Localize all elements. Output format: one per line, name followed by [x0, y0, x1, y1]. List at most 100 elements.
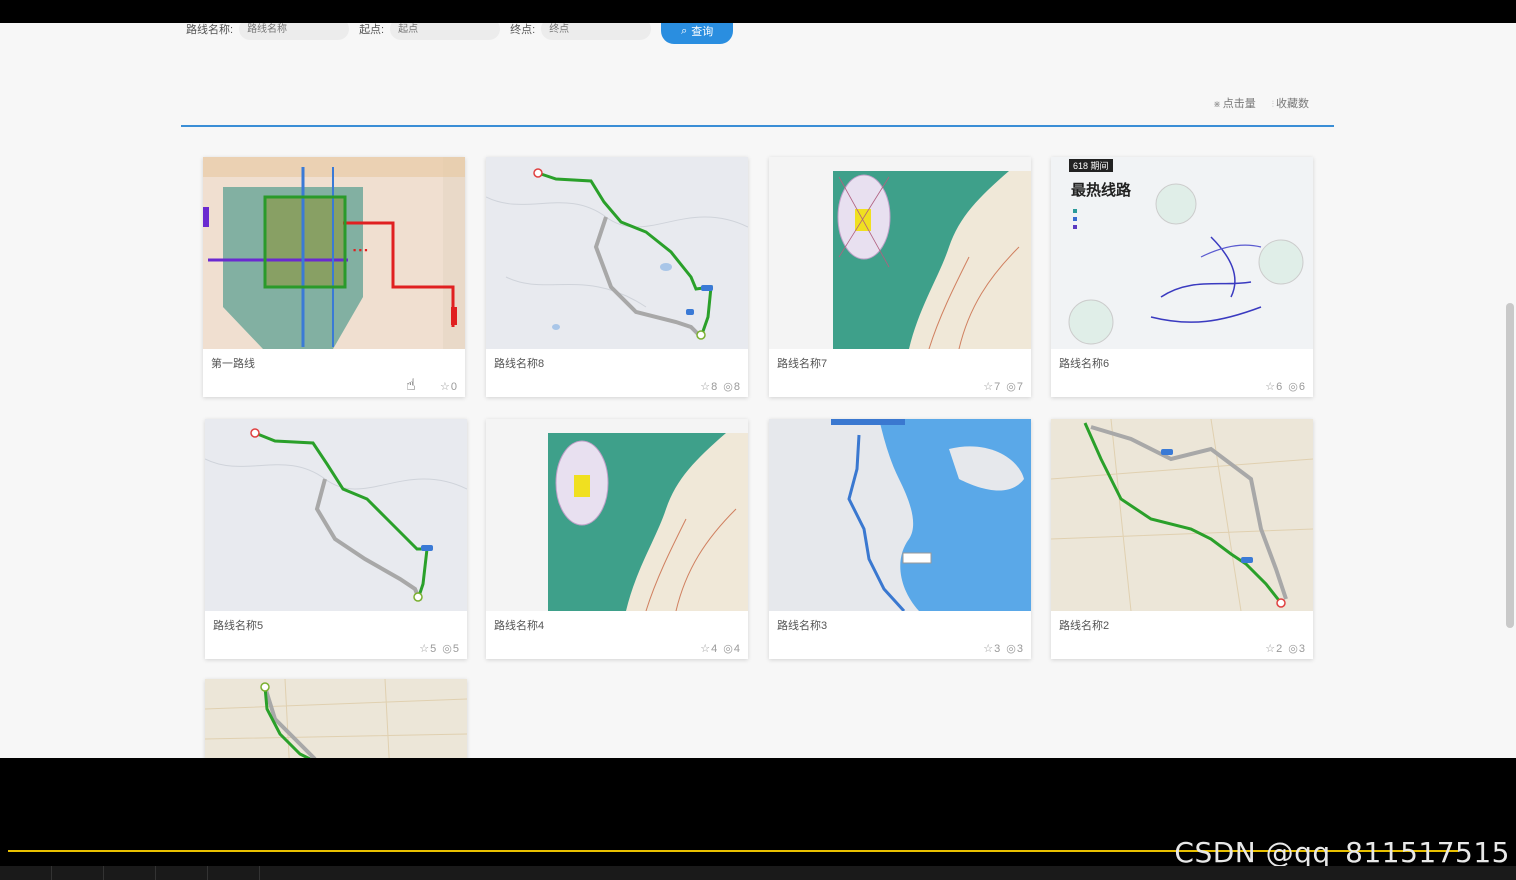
favorites-count: ☆ 6 — [1265, 380, 1283, 394]
views-value: 6 — [1298, 380, 1305, 393]
route-card[interactable]: ▪ ▪ ▪ 第一路线 ☆ 0 — [203, 157, 465, 397]
route-list-page: 路线名称: 起点: 终点: ⌕ 查询 ⋇点击量 ⫶收藏数 — [0, 23, 1516, 758]
eye-icon: ◎ — [1006, 381, 1016, 393]
favorites-value: 2 — [1276, 642, 1283, 655]
star-icon: ☆ — [1265, 381, 1276, 393]
route-stats: ☆ 6 ◎ 6 — [1265, 380, 1305, 394]
views-count: ◎ 4 — [723, 642, 740, 656]
route-title: 路线名称7 — [777, 358, 828, 370]
route-thumbnail — [486, 419, 748, 611]
views-count: ◎ 7 — [1006, 380, 1023, 394]
eye-icon: ◎ — [1006, 643, 1016, 655]
route-card[interactable]: 路线名称5 ☆ 5 ◎ 5 — [205, 419, 467, 659]
route-title: 路线名称8 — [494, 358, 545, 370]
favorites-label: 收藏数 — [1276, 98, 1309, 110]
taskbar-item[interactable] — [52, 866, 104, 880]
views-value: 8 — [733, 380, 740, 393]
favorites-value: 5 — [430, 642, 437, 655]
favorites-count: ☆ 0 — [440, 380, 457, 394]
svg-text:▪ ▪ ▪: ▪ ▪ ▪ — [353, 245, 368, 255]
route-thumbnail — [769, 157, 1031, 349]
route-thumbnail — [486, 157, 748, 349]
top-black-bar — [0, 0, 1516, 23]
eye-icon: ◎ — [442, 643, 452, 655]
route-card[interactable] — [205, 679, 467, 758]
mouse-cursor: ☝ — [406, 377, 416, 394]
eye-icon: ◎ — [723, 643, 733, 655]
route-thumbnail: 618 期间 最热线路 — [1051, 157, 1313, 349]
favorites-count: ☆ 7 — [983, 380, 1001, 394]
start-input[interactable] — [390, 23, 501, 40]
route-stats: ☆ 5 ◎ 5 — [419, 642, 459, 656]
watermark-text: CSDN @qq_811517515 — [1174, 836, 1510, 869]
search-button-label: 查询 — [691, 26, 714, 38]
favorites-value: 4 — [711, 642, 718, 655]
video-player-bottom: CSDN @qq_811517515 — [0, 758, 1516, 880]
taskbar-item[interactable] — [104, 866, 156, 880]
taskbar — [0, 866, 1516, 880]
star-icon: ☆ — [983, 643, 994, 655]
taskbar-item[interactable] — [156, 866, 208, 880]
favorites-value: 8 — [711, 380, 718, 393]
favorites-value: 7 — [994, 380, 1001, 393]
route-thumbnail — [1051, 419, 1313, 611]
route-name-label: 路线名称: — [186, 24, 234, 36]
section-divider — [181, 125, 1334, 127]
search-icon: ⌕ — [681, 24, 688, 37]
chart-icon: ⫶ — [1271, 99, 1274, 109]
favorites-value: 0 — [450, 380, 457, 393]
favorites-value: 6 — [1276, 380, 1283, 393]
views-count: ◎ 3 — [1288, 642, 1305, 656]
views-value: 7 — [1016, 380, 1023, 393]
star-icon: ☆ — [1265, 643, 1276, 655]
route-thumbnail: ▪ ▪ ▪ — [203, 157, 465, 349]
star-icon: ☆ — [700, 381, 711, 393]
sort-by-clicks[interactable]: ⋇ 点击量 — [1213, 95, 1256, 111]
start-label: 起点: — [359, 24, 385, 36]
star-icon: ☆ — [419, 643, 430, 655]
taskbar-item[interactable] — [0, 866, 52, 880]
star-icon: ☆ — [983, 381, 994, 393]
route-thumbnail — [205, 679, 467, 758]
route-title: 路线名称4 — [494, 620, 545, 632]
hot-badge: 618 期间 — [1073, 160, 1109, 171]
end-input[interactable] — [541, 23, 652, 40]
hot-title: 最热线路 — [1071, 181, 1132, 199]
star-icon: ☆ — [700, 643, 711, 655]
sort-links: ⋇ 点击量 ⫶ 收藏数 — [1213, 95, 1309, 111]
sort-by-favorites[interactable]: ⫶ 收藏数 — [1272, 95, 1309, 111]
favorites-count: ☆ 2 — [1265, 642, 1283, 656]
favorites-count: ☆ 3 — [983, 642, 1000, 656]
views-count: ◎ 3 — [1006, 642, 1023, 656]
views-count: ◎ 6 — [1288, 380, 1305, 394]
views-value: 3 — [1298, 642, 1305, 655]
page-scrollbar[interactable] — [1506, 303, 1514, 628]
route-stats: ☆ 7 ◎ 7 — [983, 380, 1023, 394]
search-bar: 路线名称: 起点: 终点: ⌕ 查询 — [186, 23, 734, 44]
route-title: 第一路线 — [211, 358, 255, 370]
route-name-input[interactable] — [239, 23, 350, 40]
route-card[interactable]: 路线名称2 ☆ 2 ◎ 3 — [1051, 419, 1313, 659]
route-card[interactable]: 路线名称8 ☆ 8 ◎ 8 — [486, 157, 748, 397]
eye-icon: ◎ — [723, 381, 733, 393]
views-value: 4 — [733, 642, 740, 655]
favorites-count: ☆ 4 — [700, 642, 718, 656]
route-title: 路线名称2 — [1059, 620, 1110, 632]
route-card[interactable]: 路线名称7 ☆ 7 ◎ 7 — [769, 157, 1031, 397]
favorites-count: ☆ 5 — [419, 642, 437, 656]
taskbar-item[interactable] — [208, 866, 260, 880]
route-stats: ☆ 8 ◎ 8 — [700, 380, 740, 394]
route-stats: ☆ 0 — [440, 380, 457, 394]
favorites-count: ☆ 8 — [700, 380, 718, 394]
views-value: 3 — [1016, 642, 1023, 655]
eye-icon: ◎ — [1288, 643, 1298, 655]
route-card[interactable]: 618 期间 最热线路 路线名称6 ☆ 6 ◎ 6 — [1051, 157, 1313, 397]
eye-icon: ◎ — [1288, 381, 1298, 393]
route-title: 路线名称3 — [777, 620, 828, 632]
views-count: ◎ 5 — [442, 642, 459, 656]
search-button[interactable]: ⌕ 查询 — [661, 23, 734, 44]
route-card[interactable]: 路线名称3 ☆ 3 ◎ 3 — [769, 419, 1031, 659]
route-card[interactable]: 路线名称4 ☆ 4 ◎ 4 — [486, 419, 748, 659]
route-stats: ☆ 3 ◎ 3 — [983, 642, 1023, 656]
end-label: 终点: — [510, 24, 536, 36]
